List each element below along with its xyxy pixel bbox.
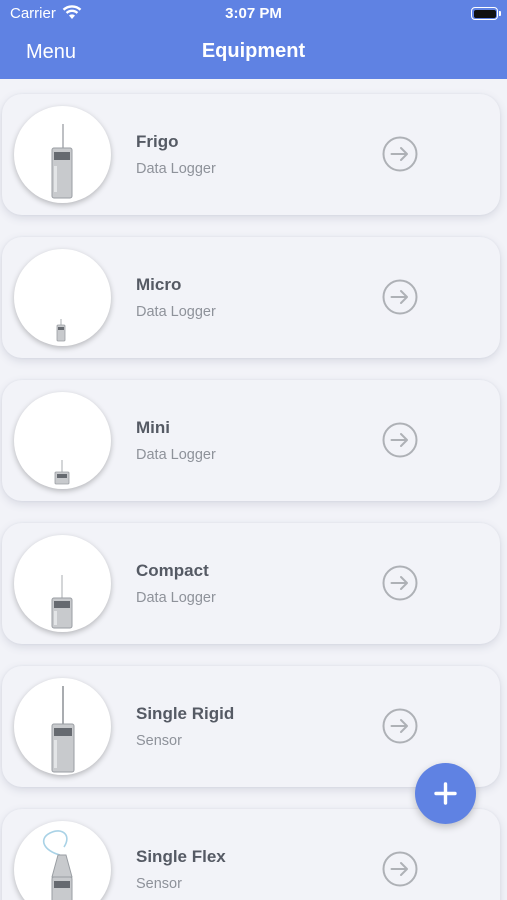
arrow-right-circle-icon[interactable] (382, 136, 418, 172)
equipment-type: Sensor (136, 733, 182, 749)
equipment-card-compact[interactable]: Compact Data Logger (2, 523, 500, 644)
status-bar: Carrier 3:07 PM (0, 0, 507, 28)
arrow-right-circle-icon[interactable] (382, 851, 418, 887)
mini-logger-image (14, 392, 111, 489)
equipment-name: Micro (136, 275, 182, 294)
battery-icon (471, 7, 501, 20)
frigo-logger-image (14, 106, 111, 203)
plus-icon (434, 782, 457, 805)
equipment-name: Compact (136, 561, 209, 580)
equipment-card-mini[interactable]: Mini Data Logger (2, 380, 500, 501)
equipment-name: Frigo (136, 132, 179, 151)
add-equipment-button[interactable] (415, 763, 476, 824)
arrow-right-circle-icon[interactable] (382, 422, 418, 458)
equipment-name: Single Flex (136, 847, 226, 866)
equipment-type: Data Logger (136, 304, 216, 320)
arrow-right-circle-icon[interactable] (382, 565, 418, 601)
equipment-card-micro[interactable]: Micro Data Logger (2, 237, 500, 358)
equipment-type: Data Logger (136, 447, 216, 463)
micro-logger-image (14, 249, 111, 346)
equipment-type: Sensor (136, 876, 182, 892)
equipment-name: Single Rigid (136, 704, 235, 723)
nav-header: Carrier 3:07 PM Menu Equipment (0, 0, 507, 79)
arrow-right-circle-icon[interactable] (382, 708, 418, 744)
page-title: Equipment (201, 40, 306, 62)
equipment-type: Data Logger (136, 590, 216, 606)
equipment-card-frigo[interactable]: Frigo Data Logger (2, 94, 500, 215)
equipment-name: Mini (136, 418, 170, 437)
status-time: 3:07 PM (225, 5, 282, 22)
equipment-type: Data Logger (136, 161, 216, 177)
compact-logger-image (14, 535, 111, 632)
single-rigid-sensor-image (14, 678, 111, 775)
single-flex-sensor-image (14, 821, 111, 900)
arrow-right-circle-icon[interactable] (382, 279, 418, 315)
